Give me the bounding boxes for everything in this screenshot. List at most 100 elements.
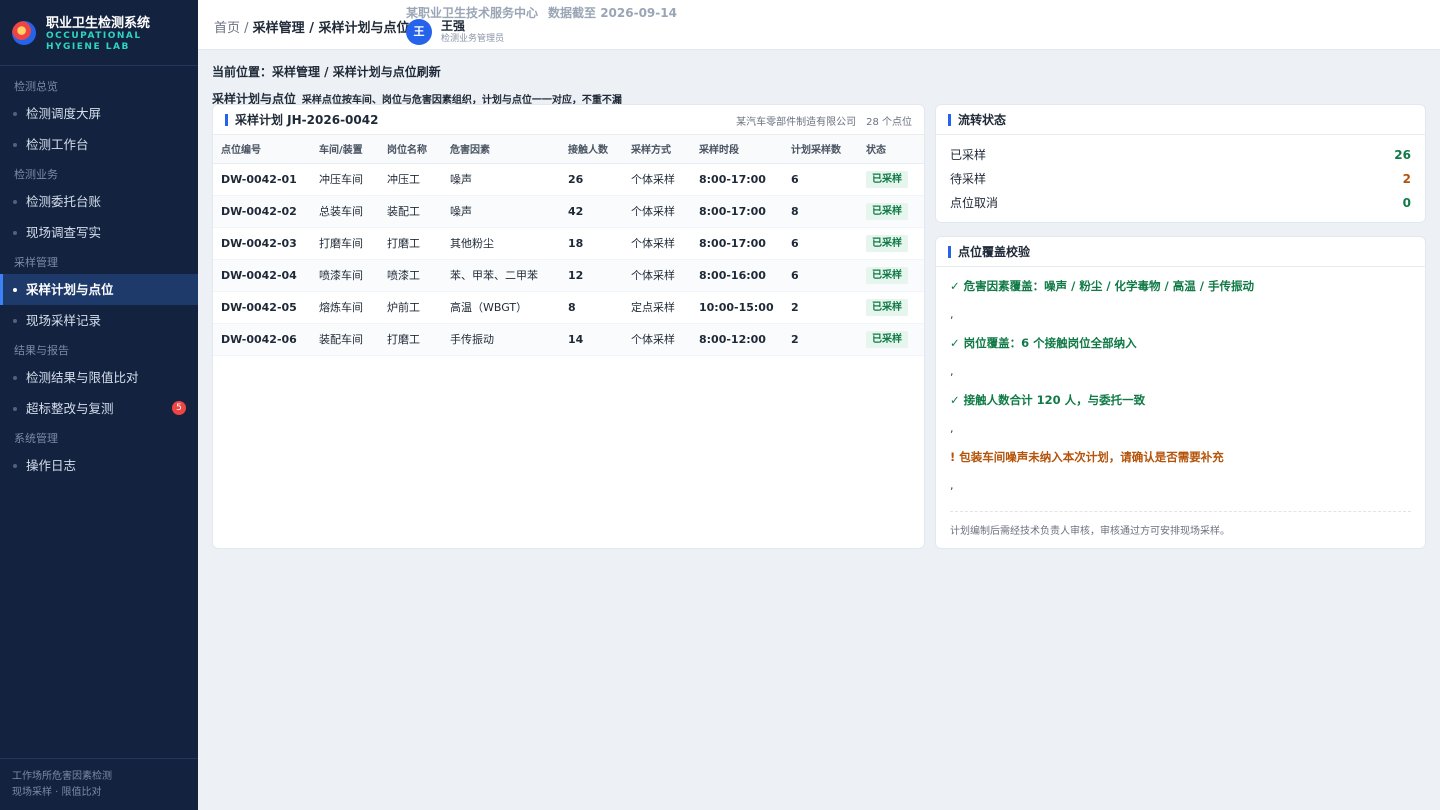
separator: , [950, 479, 954, 492]
col-header: 车间/装置 [311, 135, 379, 164]
flow-value: 2 [1402, 172, 1411, 186]
sidebar-item-result-compare[interactable]: 检测结果与限值比对 [0, 362, 198, 393]
post: 装配工 [379, 195, 442, 228]
check-item: ✓ 岗位覆盖：6 个接触岗位全部纳入 [950, 336, 1137, 350]
method: 个体采样 [623, 259, 691, 292]
post: 炉前工 [379, 291, 442, 324]
workshop: 装配车间 [311, 323, 379, 356]
breadcrumb-home[interactable]: 首页 [214, 21, 240, 36]
hazard: 苯、甲苯、二甲苯 [442, 259, 560, 292]
separator: , [950, 422, 954, 435]
table-row[interactable]: DW-0042-04 喷漆车间 喷漆工 苯、甲苯、二甲苯 12 个体采样 8:0… [213, 259, 924, 292]
current-location: 当前位置：采样管理 / 采样计划与点位刷新 [212, 65, 441, 79]
check-item: ✓ 接触人数合计 120 人，与委托一致 [950, 393, 1146, 407]
table-row[interactable]: DW-0042-03 打磨车间 打磨工 其他粉尘 18 个体采样 8:00-17… [213, 227, 924, 260]
col-header: 计划采样数 [783, 135, 858, 164]
sidebar-item-sampling-plan[interactable]: 采样计划与点位 [0, 274, 198, 305]
sidebar-item-label: 现场采样记录 [26, 313, 102, 328]
table-row[interactable]: DW-0042-05 熔炼车间 炉前工 高温（WBGT） 8 定点采样 10:0… [213, 291, 924, 324]
method: 个体采样 [623, 163, 691, 196]
time-slot: 8:00-17:00 [691, 163, 783, 196]
breadcrumb-separator: / [240, 21, 253, 36]
flow-title: 流转状态 [958, 113, 1007, 127]
user-role: 检测业务管理员 [441, 34, 505, 44]
separator: , [950, 365, 954, 378]
app-subtitle-2: HYGIENE LAB [46, 42, 130, 52]
table-row[interactable]: DW-0042-06 装配车间 打磨工 手传振动 14 个体采样 8:00-12… [213, 323, 924, 356]
plan-title: 采样计划 JH-2026-0042 [235, 113, 379, 127]
flow-label: 待采样 [950, 172, 987, 186]
flow-value: 0 [1402, 196, 1411, 210]
sidebar-item-rectification[interactable]: 超标整改与复测 5 [0, 393, 198, 424]
nav-group-sampling: 采样管理 [14, 256, 58, 269]
status-cell: 已采样 [858, 259, 924, 292]
org-name: 某职业卫生技术服务中心 [406, 6, 539, 20]
sidebar-item-label: 检测工作台 [26, 137, 89, 152]
card-header: 点位覆盖校验 [936, 237, 1425, 267]
breadcrumb: 首页 / 采样管理 / 采样计划与点位 [214, 17, 409, 36]
bullet-icon [13, 200, 17, 204]
nav-group-results: 结果与报告 [14, 344, 69, 357]
sidebar-item-workbench[interactable]: 检测工作台 [0, 129, 198, 160]
status-badge: 已采样 [866, 266, 908, 284]
sidebar-item-commission-ledger[interactable]: 检测委托台账 [0, 186, 198, 217]
planned-count: 6 [783, 163, 858, 196]
flow-label: 已采样 [950, 148, 987, 162]
people: 42 [560, 195, 623, 228]
planned-count: 6 [783, 227, 858, 260]
flow-row-pending: 待采样 2 [936, 167, 1425, 191]
user-name: 王强 [441, 19, 466, 33]
separator: , [950, 308, 954, 321]
col-header: 点位编号 [213, 135, 311, 164]
sidebar-item-label: 检测委托台账 [26, 194, 102, 209]
time-slot: 8:00-16:00 [691, 259, 783, 292]
accent-bar [948, 245, 951, 258]
avatar: 王 [406, 19, 432, 45]
table-row[interactable]: DW-0042-01 冲压车间 冲压工 噪声 26 个体采样 8:00-17:0… [213, 163, 924, 196]
sidebar-item-site-survey[interactable]: 现场调查写实 [0, 217, 198, 248]
data-date: 数据截至 2026-09-14 [548, 6, 677, 20]
nav-group-overview: 检测总览 [14, 80, 58, 93]
plan-meta: 某汽车零部件制造有限公司 28 个点位 [736, 113, 912, 128]
check-warning: ! 包装车间噪声未纳入本次计划，请确认是否需要补充 [950, 450, 1224, 464]
sidebar-item-dispatch-screen[interactable]: 检测调度大屏 [0, 98, 198, 129]
table-row[interactable]: DW-0042-02 总装车间 装配工 噪声 42 个体采样 8:00-17:0… [213, 195, 924, 228]
flow-list: 已采样 26 待采样 2 点位取消 0 [936, 135, 1425, 215]
point-code: DW-0042-05 [213, 291, 311, 324]
planned-count: 8 [783, 195, 858, 228]
status-badge: 已采样 [866, 234, 908, 252]
nav-group-system: 系统管理 [14, 432, 58, 445]
sidebar-item-label: 检测调度大屏 [26, 106, 102, 121]
workshop: 冲压车间 [311, 163, 379, 196]
sidebar-item-sampling-record[interactable]: 现场采样记录 [0, 305, 198, 336]
hazard: 手传振动 [442, 323, 560, 356]
method: 个体采样 [623, 195, 691, 228]
status-badge: 已采样 [866, 170, 908, 188]
col-header: 状态 [858, 135, 924, 164]
accent-bar [225, 113, 228, 126]
sidebar-item-operation-log[interactable]: 操作日志 [0, 450, 198, 481]
user-menu[interactable]: 王 王强 检测业务管理员 [406, 19, 504, 45]
check-note: 计划编制后需经技术负责人审核，审核通过方可安排现场采样。 [950, 511, 1411, 537]
time-slot: 8:00-17:00 [691, 227, 783, 260]
hazard: 其他粉尘 [442, 227, 560, 260]
sampling-plan-card: 采样计划 JH-2026-0042 某汽车零部件制造有限公司 28 个点位 点位编… [212, 104, 925, 549]
status-badge: 已采样 [866, 330, 908, 348]
flow-value: 26 [1394, 148, 1411, 162]
col-header: 接触人数 [560, 135, 623, 164]
bullet-icon [13, 376, 17, 380]
card-header: 流转状态 [936, 105, 1425, 135]
post: 冲压工 [379, 163, 442, 196]
status-badge: 已采样 [866, 298, 908, 316]
sidebar-item-label: 现场调查写实 [26, 225, 102, 240]
people: 8 [560, 291, 623, 324]
accent-bar [948, 113, 951, 126]
bullet-icon [13, 407, 17, 411]
post: 打磨工 [379, 323, 442, 356]
hazard: 噪声 [442, 163, 560, 196]
bullet-icon [13, 112, 17, 116]
breadcrumb-current: 采样管理 / 采样计划与点位 [252, 21, 410, 36]
col-header: 危害因素 [442, 135, 560, 164]
bullet-icon [13, 319, 17, 323]
method: 个体采样 [623, 227, 691, 260]
